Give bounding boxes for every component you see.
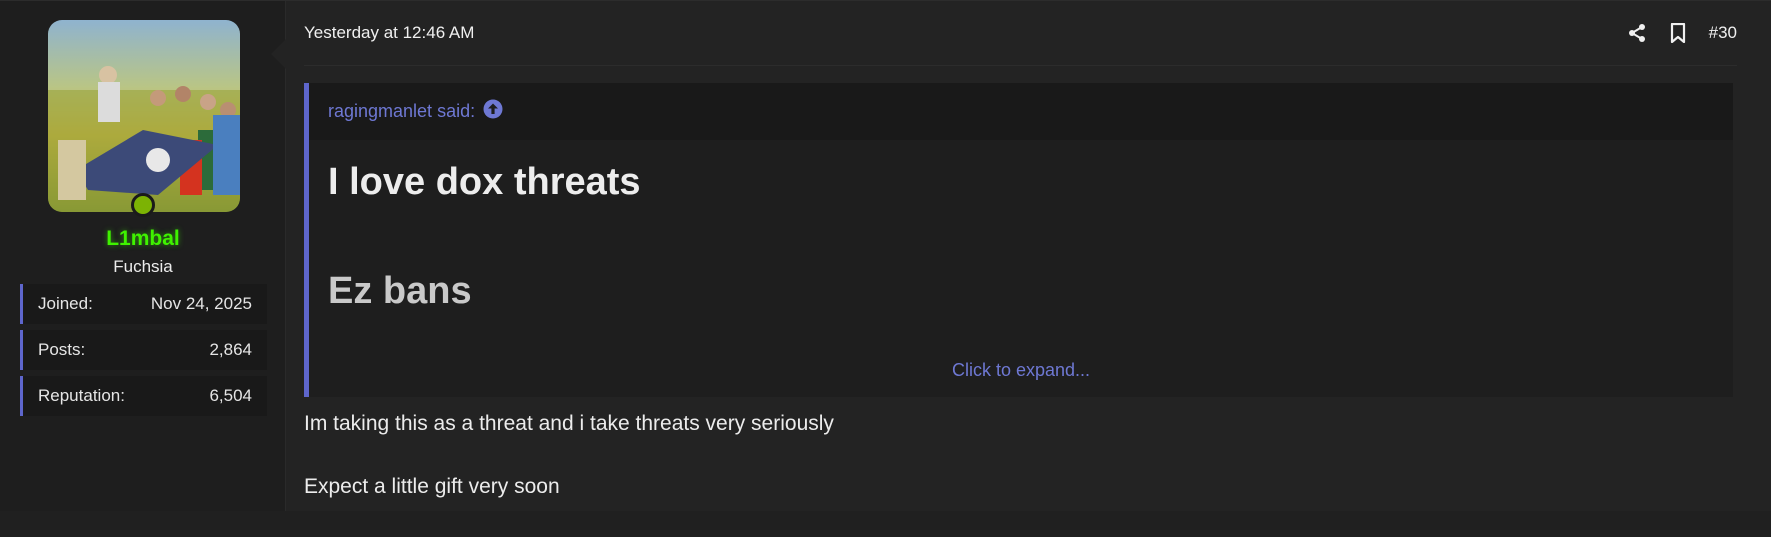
online-status-indicator [131,193,155,217]
stat-label: Posts: [38,340,86,359]
username[interactable]: L1mbal [0,227,286,251]
avatar-image [48,20,240,212]
quote-body: I love dox threats Ez bans [309,140,1733,313]
user-stats: Joined: Nov 24, 2025 Posts: 2,864 Reputa… [20,284,267,422]
post-header: Yesterday at 12:46 AM #30 [304,1,1737,66]
stat-joined: Joined: Nov 24, 2025 [20,284,267,324]
message-paragraph: Im taking this as a threat and i take th… [304,412,834,435]
sidebar-arrow [271,39,286,69]
post-main: Yesterday at 12:46 AM #30 ragingmanlet s… [286,1,1771,511]
forum-post: L1mbal Fuchsia Joined: Nov 24, 2025 Post… [0,0,1771,511]
avatar[interactable] [48,20,240,212]
expand-quote-link[interactable]: Click to expand... [309,360,1733,381]
bookmark-icon[interactable] [1669,23,1687,43]
arrow-up-circle-icon[interactable] [483,99,503,124]
share-icon[interactable] [1627,23,1647,43]
quote-line: I love dox threats [328,161,641,203]
post-actions: #30 [1627,23,1737,43]
post-message: Im taking this as a threat and i take th… [304,411,834,537]
stat-value: Nov 24, 2025 [150,294,252,313]
post-date[interactable]: Yesterday at 12:46 AM [304,23,474,43]
stat-label: Joined: [38,294,93,313]
stat-reputation: Reputation: 6,504 [20,376,267,416]
stat-value: 2,864 [209,340,252,359]
stat-label: Reputation: [38,386,125,405]
user-sidebar: L1mbal Fuchsia Joined: Nov 24, 2025 Post… [0,1,286,511]
quote-attribution[interactable]: ragingmanlet said: [328,101,475,122]
user-title: Fuchsia [113,257,173,276]
stat-posts: Posts: 2,864 [20,330,267,370]
quote-line: Ez bans [328,270,472,312]
post-number[interactable]: #30 [1709,23,1737,43]
message-paragraph: Expect a little gift very soon [304,475,560,498]
quote-block: ragingmanlet said: I love dox threats Ez… [304,83,1733,397]
quote-header: ragingmanlet said: [309,83,1733,140]
stat-value: 6,504 [209,386,252,405]
